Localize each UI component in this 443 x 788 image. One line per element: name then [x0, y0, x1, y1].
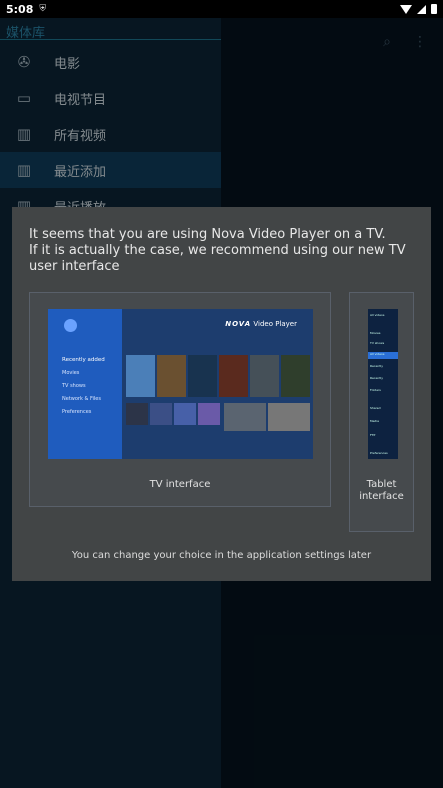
tablet-preview-row: Recently	[370, 364, 383, 368]
brand-rest: Video Player	[253, 320, 297, 328]
status-icons	[400, 4, 437, 14]
shield-icon: ⛨	[39, 4, 47, 14]
status-time: 5:08	[6, 2, 34, 16]
preview-tile	[126, 403, 148, 425]
preview-tile	[174, 403, 196, 425]
tv-preview-menu-item: Movies	[62, 370, 80, 376]
poster-thumbnail	[188, 355, 217, 397]
poster-thumbnail	[281, 355, 310, 397]
preview-tile	[268, 403, 310, 431]
tablet-preview-row: TV shows	[370, 341, 385, 345]
tablet-preview-row: FTP	[370, 433, 376, 437]
battery-icon	[431, 4, 437, 14]
tv-preview-menu-item: Network & Files	[62, 396, 101, 402]
tv-preview-brand: NOVA Video Player	[225, 320, 297, 328]
tablet-preview-row: Preferences	[370, 451, 388, 455]
poster-thumbnail	[250, 355, 279, 397]
tablet-preview-row: Folders	[370, 388, 381, 392]
status-bar: 5:08 ⛨	[0, 0, 443, 18]
dialog-message-line2: If it is actually the case, we recommend…	[29, 243, 406, 274]
tablet-preview-row: All videos	[368, 352, 398, 359]
wifi-icon	[400, 4, 412, 14]
tv-preview-sidebar: Recently added Movies TV shows Network &…	[48, 309, 122, 459]
dialog-footer-note: You can change your choice in the applic…	[71, 550, 372, 561]
tablet-interface-label: Tablet interface	[359, 479, 404, 502]
tablet-interface-option[interactable]: All videos Movies TV shows All videos Re…	[349, 292, 414, 532]
tv-preview-menu-item: TV shows	[62, 383, 86, 389]
brand-nova: NOVA	[225, 320, 252, 328]
dialog-message-line1: It seems that you are using Nova Video P…	[29, 227, 386, 242]
tv-preview-menu-item: Preferences	[62, 409, 92, 415]
tablet-preview-row: Movies	[370, 331, 381, 335]
signal-icon	[417, 4, 426, 14]
tablet-preview-row: All videos	[370, 313, 385, 317]
preview-tile	[150, 403, 172, 425]
tv-interface-preview: Recently added Movies TV shows Network &…	[48, 309, 313, 459]
tv-interface-label: TV interface	[149, 479, 211, 490]
tv-interface-option[interactable]: Recently added Movies TV shows Network &…	[29, 292, 331, 507]
search-icon	[64, 319, 77, 332]
tablet-interface-preview: All videos Movies TV shows All videos Re…	[368, 309, 398, 459]
tv-interface-dialog: It seems that you are using Nova Video P…	[12, 207, 431, 581]
tablet-preview-row: Media	[370, 419, 380, 423]
preview-tile	[198, 403, 220, 425]
tablet-preview-row: Recently	[370, 376, 383, 380]
poster-thumbnail	[219, 355, 248, 397]
preview-tile	[224, 403, 266, 431]
tablet-preview-row: Shared	[370, 406, 381, 410]
poster-thumbnail	[126, 355, 155, 397]
poster-thumbnail	[157, 355, 186, 397]
tv-preview-menu-item: Recently added	[62, 357, 105, 363]
dialog-message: It seems that you are using Nova Video P…	[29, 227, 419, 275]
